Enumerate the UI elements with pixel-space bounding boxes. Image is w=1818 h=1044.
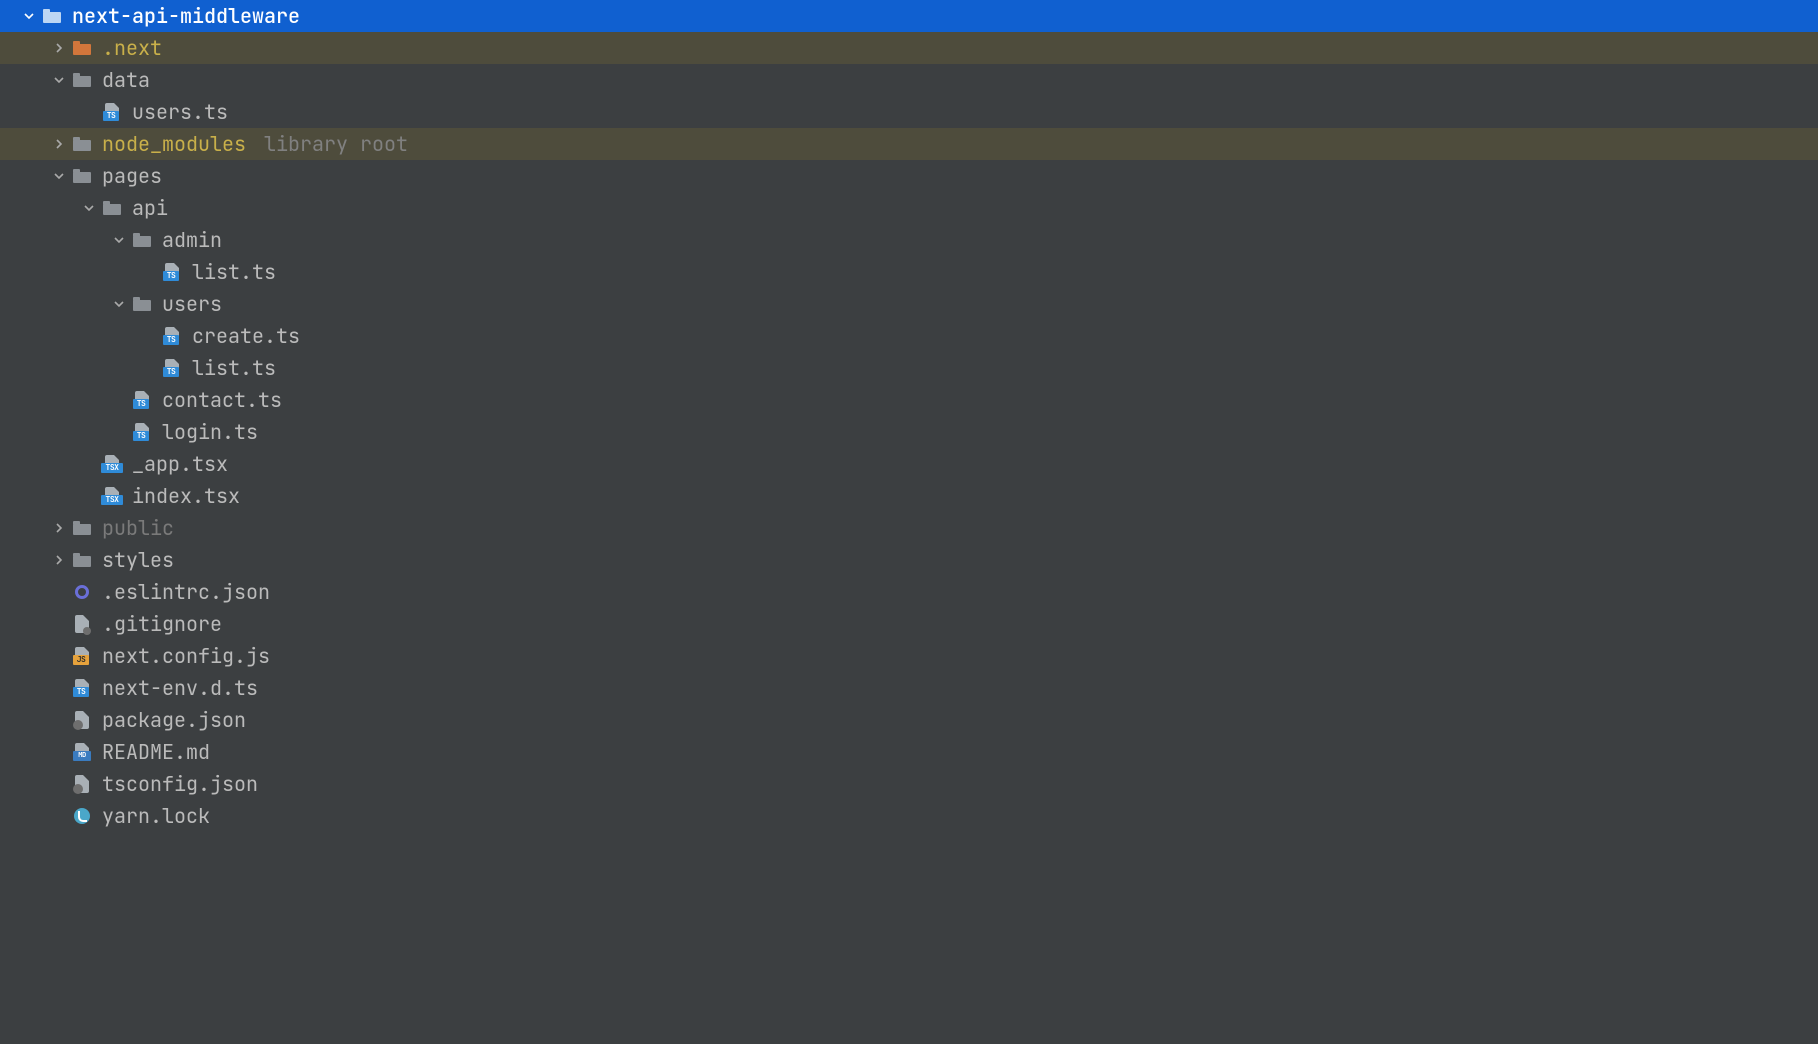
chevron-right-icon: [48, 555, 70, 565]
ts-file-icon: TS: [160, 327, 184, 345]
tree-item[interactable]: MD README.md: [0, 736, 1818, 768]
tree-item-label: create.ts: [192, 323, 300, 349]
tree-item[interactable]: TS create.ts: [0, 320, 1818, 352]
tree-item-label: list.ts: [192, 259, 276, 285]
tree-item[interactable]: TS login.ts: [0, 416, 1818, 448]
tree-item-label: login.ts: [162, 419, 258, 445]
tree-item-label: styles: [102, 547, 174, 573]
folder-icon: [70, 137, 94, 151]
ts-file-icon: TS: [160, 359, 184, 377]
tree-body: .next data TS users.ts node_modules libr…: [0, 32, 1818, 832]
tree-item-label: README.md: [102, 739, 210, 765]
tree-item[interactable]: .eslintrc.json: [0, 576, 1818, 608]
tree-item-label: contact.ts: [162, 387, 282, 413]
tree-item-label: .gitignore: [102, 611, 222, 637]
yarn-icon: [70, 808, 94, 824]
tree-item[interactable]: TSX index.tsx: [0, 480, 1818, 512]
md-file-icon: MD: [70, 743, 94, 761]
tree-item-label: .eslintrc.json: [102, 579, 270, 605]
tree-item[interactable]: data: [0, 64, 1818, 96]
tree-item[interactable]: TS contact.ts: [0, 384, 1818, 416]
folder-icon: [100, 201, 124, 215]
tree-item[interactable]: public: [0, 512, 1818, 544]
tree-item-label: next-env.d.ts: [102, 675, 258, 701]
folder-icon: [70, 169, 94, 183]
chevron-right-icon: [48, 523, 70, 533]
tree-item[interactable]: admin: [0, 224, 1818, 256]
chevron-down-icon: [18, 11, 40, 21]
tree-item-annotation: library root: [264, 131, 408, 157]
ts-file-icon: TS: [160, 263, 184, 281]
tree-item-label: node_modules: [102, 131, 246, 157]
tree-item[interactable]: TSX _app.tsx: [0, 448, 1818, 480]
gitignore-file-icon: [70, 615, 94, 633]
chevron-down-icon: [108, 235, 130, 245]
tree-item[interactable]: JS next.config.js: [0, 640, 1818, 672]
project-tree: next-api-middleware .next data TS users.…: [0, 0, 1818, 832]
eslint-icon: [70, 583, 94, 601]
tree-item-label: users.ts: [132, 99, 228, 125]
ts-file-icon: TS: [70, 679, 94, 697]
folder-icon: [130, 233, 154, 247]
json-file-icon: [70, 775, 94, 793]
chevron-down-icon: [108, 299, 130, 309]
tree-item-label: .next: [102, 35, 162, 61]
chevron-down-icon: [78, 203, 100, 213]
tree-item[interactable]: .next: [0, 32, 1818, 64]
tree-item-label: public: [102, 515, 174, 541]
ts-file-icon: TS: [130, 391, 154, 409]
tree-item-label: api: [132, 195, 168, 221]
folder-icon: [70, 553, 94, 567]
tree-item-label: tsconfig.json: [102, 771, 258, 797]
tree-item[interactable]: users: [0, 288, 1818, 320]
ts-file-icon: TS: [100, 103, 124, 121]
tree-item[interactable]: .gitignore: [0, 608, 1818, 640]
json-file-icon: [70, 711, 94, 729]
tree-item[interactable]: TS list.ts: [0, 352, 1818, 384]
tree-item-label: package.json: [102, 707, 246, 733]
tree-item-label: yarn.lock: [102, 803, 210, 829]
tsx-file-icon: TSX: [100, 487, 124, 505]
tree-item[interactable]: tsconfig.json: [0, 768, 1818, 800]
chevron-right-icon: [48, 139, 70, 149]
js-file-icon: JS: [70, 647, 94, 665]
tree-item[interactable]: api: [0, 192, 1818, 224]
tree-item[interactable]: node_modules library root: [0, 128, 1818, 160]
folder-icon: [70, 521, 94, 535]
tree-item[interactable]: styles: [0, 544, 1818, 576]
chevron-down-icon: [48, 75, 70, 85]
tree-item[interactable]: package.json: [0, 704, 1818, 736]
tree-item-label: pages: [102, 163, 162, 189]
folder-icon: [40, 9, 64, 23]
tree-item-label: data: [102, 67, 150, 93]
tree-item[interactable]: yarn.lock: [0, 800, 1818, 832]
folder-icon: [70, 73, 94, 87]
ts-file-icon: TS: [130, 423, 154, 441]
tree-item-label: next.config.js: [102, 643, 270, 669]
tree-root-label: next-api-middleware: [72, 3, 300, 29]
tree-item-label: _app.tsx: [132, 451, 228, 477]
tree-root-row[interactable]: next-api-middleware: [0, 0, 1818, 32]
tree-item[interactable]: TS users.ts: [0, 96, 1818, 128]
chevron-right-icon: [48, 43, 70, 53]
chevron-down-icon: [48, 171, 70, 181]
folder-icon: [70, 41, 94, 55]
tree-item-label: list.ts: [192, 355, 276, 381]
tsx-file-icon: TSX: [100, 455, 124, 473]
tree-item-label: admin: [162, 227, 222, 253]
folder-icon: [130, 297, 154, 311]
tree-item[interactable]: pages: [0, 160, 1818, 192]
tree-item[interactable]: TS list.ts: [0, 256, 1818, 288]
tree-item[interactable]: TS next-env.d.ts: [0, 672, 1818, 704]
tree-item-label: users: [162, 291, 222, 317]
tree-item-label: index.tsx: [132, 483, 240, 509]
